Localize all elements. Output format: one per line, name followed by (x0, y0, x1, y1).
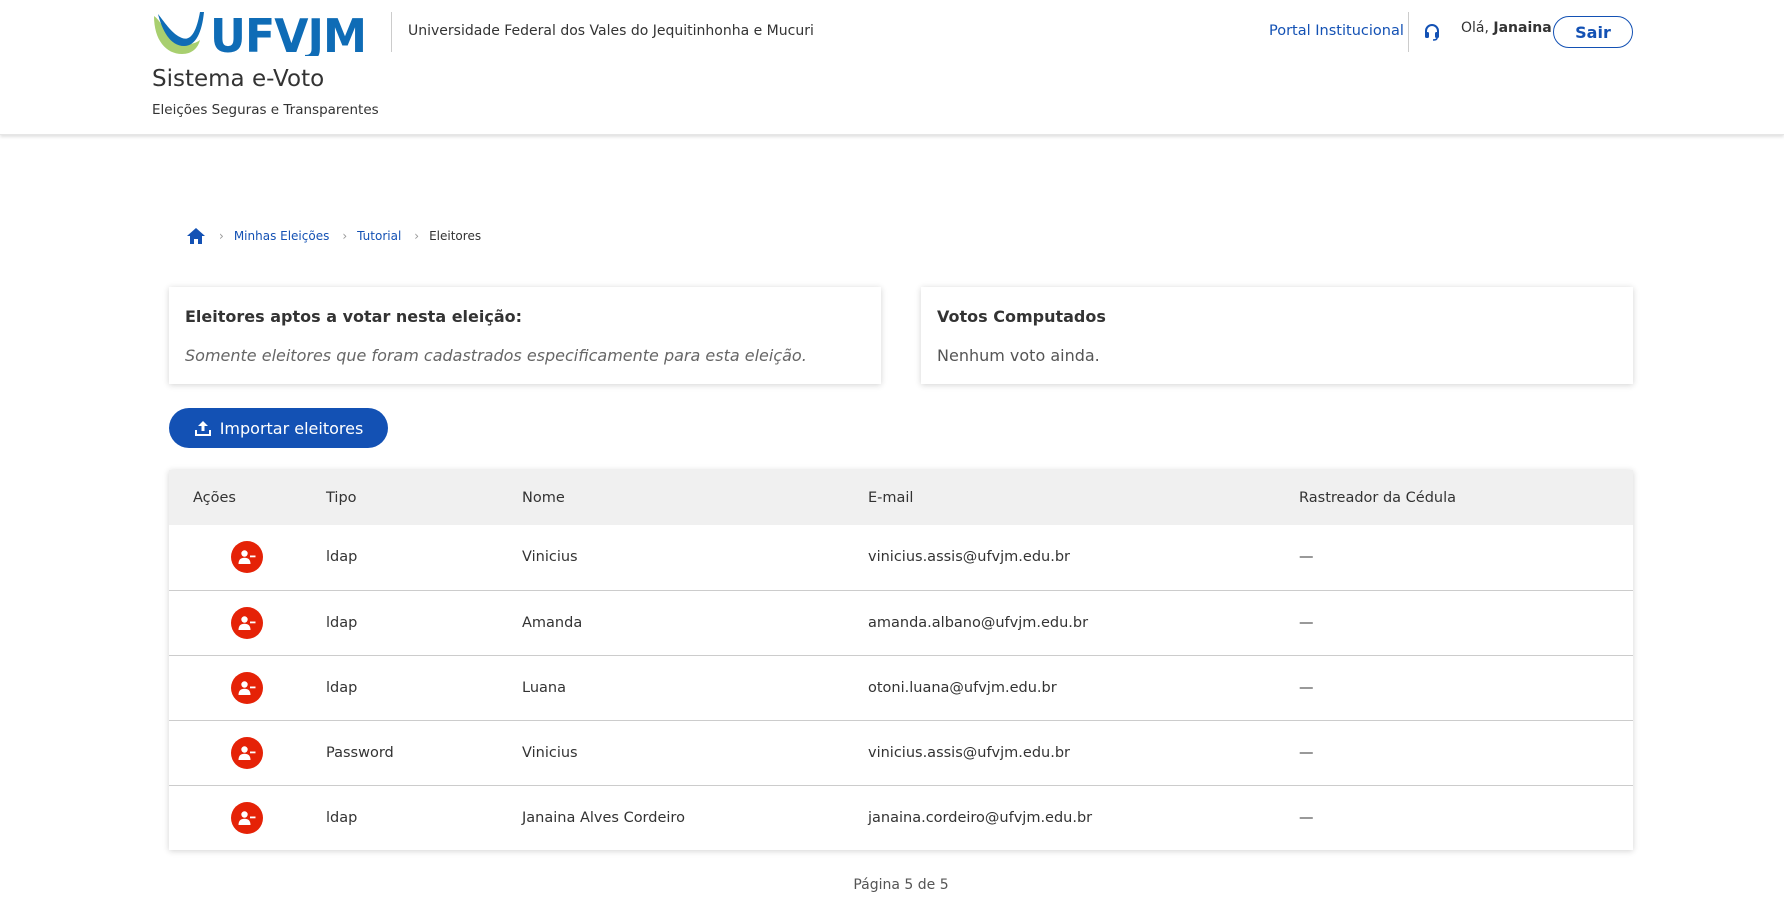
table-row: Password Vinicius vinicius.assis@ufvjm.e… (169, 720, 1633, 785)
header-name: Nome (522, 489, 565, 506)
header-actions: Ações (193, 489, 236, 506)
type-cell: ldap (326, 679, 358, 696)
import-voters-label: Importar eleitores (219, 418, 364, 438)
tracker-cell: — (1299, 614, 1314, 631)
type-cell: ldap (326, 549, 358, 566)
actions-cell (169, 785, 326, 850)
voters-table: Ações Tipo Nome E-mail Rastreador da Céd… (169, 470, 1633, 850)
chevron-right-icon: › (219, 229, 224, 243)
type-cell: ldap (326, 809, 358, 826)
remove-user-button[interactable] (231, 606, 263, 639)
breadcrumb-tutorial[interactable]: Tutorial (357, 229, 401, 243)
computed-votes-text: Nenhum voto ainda. (937, 346, 1100, 365)
email-cell: vinicius.assis@ufvjm.edu.br (868, 744, 1070, 761)
name-cell: Amanda (522, 614, 583, 631)
email-cell: vinicius.assis@ufvjm.edu.br (868, 549, 1070, 566)
computed-votes-title: Votos Computados (937, 307, 1106, 326)
name-cell: Vinicius (522, 549, 578, 566)
tracker-cell: — (1299, 809, 1314, 826)
eligible-voters-text: Somente eleitores que foram cadastrados … (185, 346, 807, 365)
table-row: ldap Vinicius vinicius.assis@ufvjm.edu.b… (169, 525, 1633, 590)
header-email: E-mail (868, 489, 914, 506)
app-title: Sistema e-Voto (152, 66, 325, 92)
logout-button[interactable]: Sair (1553, 16, 1633, 48)
pagination-info: Página 5 de 5 (853, 877, 949, 893)
actions-cell (169, 720, 326, 785)
table-row: ldap Janaina Alves Cordeiro janaina.cord… (169, 785, 1633, 850)
actions-cell (169, 655, 326, 720)
table-header-row: Ações Tipo Nome E-mail Rastreador da Céd… (169, 470, 1633, 525)
remove-user-icon (238, 550, 256, 565)
remove-user-button[interactable] (231, 736, 263, 769)
tracker-cell: — (1299, 744, 1314, 761)
chevron-right-icon: › (414, 229, 420, 243)
remove-user-button[interactable] (231, 671, 263, 704)
portal-institucional-link[interactable]: Portal Institucional (1269, 23, 1404, 39)
university-name: Universidade Federal dos Vales do Jequit… (408, 23, 814, 39)
remove-user-icon (238, 745, 256, 760)
user-name: Janaina (1493, 20, 1552, 36)
greeting-prefix: Olá, (1461, 20, 1494, 36)
ufvjm-logo[interactable]: UFVJM (152, 10, 368, 56)
headset-icon[interactable] (1422, 22, 1442, 42)
header-divider-right (1408, 12, 1409, 52)
header-tracker: Rastreador da Cédula (1299, 489, 1457, 506)
logo-text: UFVJM (210, 10, 366, 56)
name-cell: Vinicius (522, 744, 578, 761)
actions-cell (169, 525, 326, 590)
email-cell: otoni.luana@ufvjm.edu.br (868, 679, 1057, 696)
email-cell: amanda.albano@ufvjm.edu.br (868, 614, 1089, 631)
site-header: UFVJM Universidade Federal dos Vales do … (0, 0, 1784, 135)
breadcrumb: › Minhas Eleições › Tutorial › Eleitores (186, 226, 481, 246)
table-row: ldap Amanda amanda.albano@ufvjm.edu.br — (169, 590, 1633, 655)
computed-votes-card: Votos Computados Nenhum voto ainda. (921, 287, 1633, 384)
user-greeting: Olá, Janaina (1461, 20, 1552, 36)
header-type: Tipo (326, 489, 357, 506)
name-cell: Luana (522, 679, 566, 696)
type-cell: Password (326, 744, 394, 761)
name-cell: Janaina Alves Cordeiro (522, 809, 685, 826)
home-icon[interactable] (186, 226, 206, 246)
email-cell: janaina.cordeiro@ufvjm.edu.br (868, 809, 1093, 826)
type-cell: ldap (326, 614, 358, 631)
remove-user-button[interactable] (231, 801, 263, 834)
tracker-cell: — (1299, 679, 1314, 696)
eligible-voters-card: Eleitores aptos a votar nesta eleição: S… (169, 287, 881, 384)
eligible-voters-title: Eleitores aptos a votar nesta eleição: (185, 307, 523, 326)
actions-cell (169, 590, 326, 655)
table-row: ldap Luana otoni.luana@ufvjm.edu.br — (169, 655, 1633, 720)
import-voters-button[interactable]: Importar eleitores (169, 408, 388, 448)
remove-user-button[interactable] (231, 541, 263, 574)
header-divider (391, 12, 392, 52)
upload-icon (194, 419, 212, 437)
breadcrumb-current: Eleitores (429, 229, 482, 243)
breadcrumb-minhas-eleicoes[interactable]: Minhas Eleições (234, 229, 330, 243)
remove-user-icon (238, 811, 256, 825)
chevron-right-icon: › (342, 229, 348, 243)
remove-user-icon (238, 615, 256, 630)
remove-user-icon (238, 680, 256, 695)
app-subtitle: Eleições Seguras e Transparentes (152, 102, 379, 118)
tracker-cell: — (1299, 549, 1314, 566)
